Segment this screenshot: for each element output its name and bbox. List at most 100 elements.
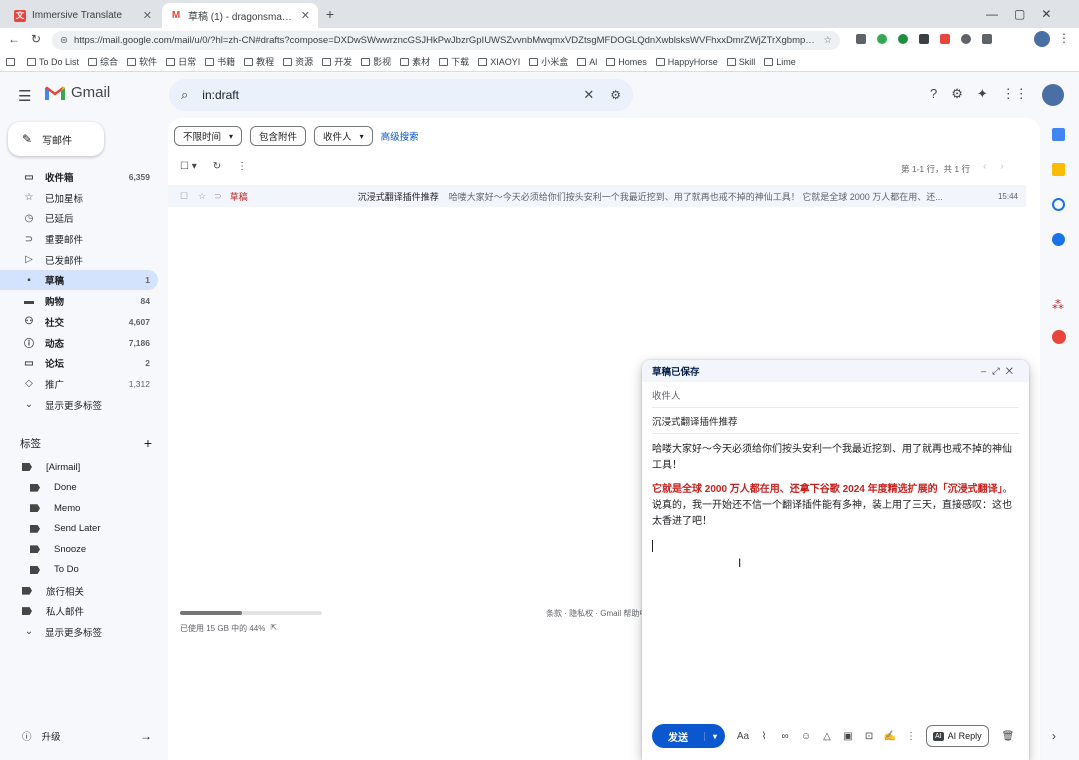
more-options-icon[interactable]: ⋮ bbox=[237, 161, 247, 172]
reload-icon[interactable]: ↻ bbox=[31, 32, 41, 46]
close-tab-icon[interactable]: ✕ bbox=[295, 9, 310, 22]
upgrade-row[interactable]: ⓘ 升级 → bbox=[22, 728, 152, 744]
bookmark-item[interactable]: 素材 bbox=[400, 55, 430, 68]
compose-window-controls[interactable]: –⤢✕ bbox=[981, 366, 1019, 377]
important-marker-icon[interactable]: ⊃ bbox=[214, 191, 222, 202]
sidebar-item[interactable]: ▪ 草稿 1 bbox=[0, 270, 158, 291]
bookmark-item[interactable]: 软件 bbox=[127, 55, 157, 68]
subject-field[interactable]: 沉浸式翻译插件推荐 bbox=[652, 408, 1019, 434]
bookmark-item[interactable]: Al bbox=[577, 57, 597, 67]
bookmark-item[interactable]: 小米盒 bbox=[529, 55, 568, 68]
label-item[interactable]: Memo bbox=[0, 498, 158, 518]
contacts-icon[interactable] bbox=[1052, 233, 1065, 246]
label-item[interactable]: ⌄ 显示更多标签 bbox=[0, 622, 158, 642]
row-checkbox[interactable]: ☐ bbox=[180, 191, 188, 202]
link-icon[interactable]: ∞ bbox=[775, 731, 795, 742]
footer-links[interactable]: 条款 · 隐私权 · Gmail 帮助中心 bbox=[546, 608, 655, 619]
compose-button[interactable]: ✎ 写邮件 bbox=[8, 122, 104, 156]
bookmark-item[interactable]: Lime bbox=[764, 57, 796, 67]
external-link-icon[interactable]: ⇱ bbox=[270, 623, 277, 634]
bookmark-item[interactable]: 书籍 bbox=[205, 55, 235, 68]
compose-body[interactable]: 哈喽大家好～今天必须给你们按头安利一个我最近挖到、用了就再也戒不掉的神仙工具！ … bbox=[642, 434, 1029, 560]
label-item[interactable]: 私人邮件 bbox=[0, 601, 158, 621]
settings-gear-icon[interactable]: ⚙ bbox=[951, 86, 963, 102]
sidebar-item[interactable]: ⚇ 社交 4,607 bbox=[0, 312, 158, 332]
main-menu-icon[interactable]: ☰ bbox=[18, 87, 31, 105]
emoji-icon[interactable]: ☺ bbox=[796, 731, 816, 742]
add-label-button[interactable]: + bbox=[144, 435, 152, 451]
refresh-icon[interactable]: ↻ bbox=[213, 161, 221, 172]
label-item[interactable]: Send Later bbox=[0, 519, 158, 539]
extension-icon[interactable] bbox=[898, 34, 908, 44]
table-row[interactable]: ☐ ☆ ⊃ 草稿 沉浸式翻译插件推荐 哈喽大家好～今天必须给你们按头安利一个我最… bbox=[168, 185, 1026, 207]
new-tab-button[interactable]: + bbox=[322, 6, 338, 22]
sidebar-item[interactable]: ⌄ 显示更多标签 bbox=[0, 395, 158, 415]
to-field[interactable]: 收件人 bbox=[652, 382, 1019, 408]
filter-chip-recipient[interactable]: 收件人 ▾ bbox=[314, 126, 373, 146]
extensions-puzzle-icon[interactable] bbox=[982, 34, 992, 44]
sidebar-item[interactable]: ▭ 论坛 2 bbox=[0, 353, 158, 373]
bookmark-item[interactable]: 综合 bbox=[88, 55, 118, 68]
apps-grid-icon[interactable]: ⋮⋮ bbox=[1002, 86, 1028, 102]
calendar-icon[interactable] bbox=[1052, 128, 1065, 141]
bookmark-item[interactable]: Homes bbox=[606, 57, 647, 67]
bookmark-item[interactable]: Skill bbox=[726, 57, 755, 67]
help-icon[interactable]: ? bbox=[930, 86, 937, 102]
label-item[interactable]: To Do bbox=[0, 560, 158, 580]
advanced-search-link[interactable]: 高级搜索 bbox=[381, 126, 419, 146]
sidebar-item[interactable]: ⊃ 重要邮件 bbox=[0, 229, 158, 249]
ai-reply-button[interactable]: AI AI Reply bbox=[926, 725, 989, 747]
bookmark-item[interactable]: 开发 bbox=[322, 55, 352, 68]
address-bar[interactable]: ⊜ https://mail.google.com/mail/u/0/?hl=z… bbox=[52, 31, 840, 50]
star-icon[interactable]: ☆ bbox=[198, 191, 206, 202]
sidebar-item[interactable]: ◷ 已延后 bbox=[0, 208, 158, 228]
label-item[interactable]: 旅行相关 bbox=[0, 581, 158, 601]
more-options-icon[interactable]: ⋮ bbox=[901, 731, 921, 742]
bookmark-item[interactable]: 教程 bbox=[244, 55, 274, 68]
tab-immersive-translate[interactable]: 文 Immersive Translate ✕ bbox=[6, 3, 160, 28]
send-button[interactable]: 发送 ▾ bbox=[652, 724, 726, 748]
send-options-icon[interactable]: ▾ bbox=[704, 731, 725, 741]
photo-icon[interactable]: ▣ bbox=[838, 731, 858, 742]
bookmark-item[interactable]: To Do List bbox=[27, 57, 79, 67]
browser-menu-icon[interactable]: ⋮ bbox=[1058, 31, 1070, 45]
search-options-icon[interactable]: ⚙ bbox=[610, 88, 621, 102]
extension-icon[interactable] bbox=[961, 34, 971, 44]
delete-draft-icon[interactable]: 🗑 bbox=[998, 731, 1018, 742]
extension-icons[interactable] bbox=[856, 34, 1026, 46]
extension-icon[interactable] bbox=[856, 34, 866, 44]
window-controls[interactable]: —▢✕ bbox=[986, 7, 1067, 21]
search-bar[interactable]: ⌕ in:draft ✕ ⚙ bbox=[169, 79, 633, 111]
signature-icon[interactable]: ✍ bbox=[880, 731, 900, 742]
label-item[interactable]: Done bbox=[0, 478, 158, 498]
apps-shortcut-icon[interactable] bbox=[6, 57, 18, 66]
immersive-translate-icon[interactable] bbox=[1052, 330, 1066, 344]
label-item[interactable]: [Airmail] bbox=[0, 457, 158, 477]
clear-search-icon[interactable]: ✕ bbox=[583, 87, 594, 103]
select-all-checkbox[interactable]: ☐ ▾ bbox=[180, 161, 197, 172]
search-input[interactable]: in:draft bbox=[202, 88, 239, 102]
sidebar-item[interactable]: ▭ 收件箱 6,359 bbox=[0, 167, 158, 187]
close-tab-icon[interactable]: ✕ bbox=[137, 9, 152, 22]
bookmark-item[interactable]: HappyHorse bbox=[655, 57, 718, 67]
sidebar-item[interactable]: ⓘ 动态 7,186 bbox=[0, 333, 158, 353]
filter-chip-attachment[interactable]: 包含附件 bbox=[250, 126, 307, 146]
label-item[interactable]: Snooze bbox=[0, 539, 158, 559]
bookmark-item[interactable]: 影视 bbox=[361, 55, 391, 68]
profile-avatar[interactable] bbox=[1034, 31, 1050, 47]
tab-gmail-drafts[interactable]: M 草稿 (1) - dragonsman@gmail.com ✕ bbox=[162, 3, 318, 28]
bookmark-item[interactable]: 资源 bbox=[283, 55, 313, 68]
back-arrow-icon[interactable]: ← bbox=[8, 32, 20, 46]
attach-icon[interactable]: ⌇ bbox=[754, 731, 774, 742]
extension-icon[interactable] bbox=[940, 34, 950, 44]
side-panel-toggle-icon[interactable]: › bbox=[1052, 729, 1056, 743]
extension-icon[interactable] bbox=[877, 34, 887, 44]
bookmark-star-icon[interactable]: ☆ bbox=[817, 35, 832, 46]
keep-icon[interactable] bbox=[1052, 163, 1065, 176]
sidebar-item[interactable]: ▬ 购物 84 bbox=[0, 291, 158, 311]
bookmark-item[interactable]: XIAOYI bbox=[478, 57, 520, 67]
bookmark-item[interactable]: 下载 bbox=[439, 55, 469, 68]
site-info-icon[interactable]: ⊜ bbox=[60, 35, 68, 46]
gmail-logo[interactable]: Gmail bbox=[44, 84, 110, 101]
formatting-icon[interactable]: Aa bbox=[733, 731, 753, 742]
